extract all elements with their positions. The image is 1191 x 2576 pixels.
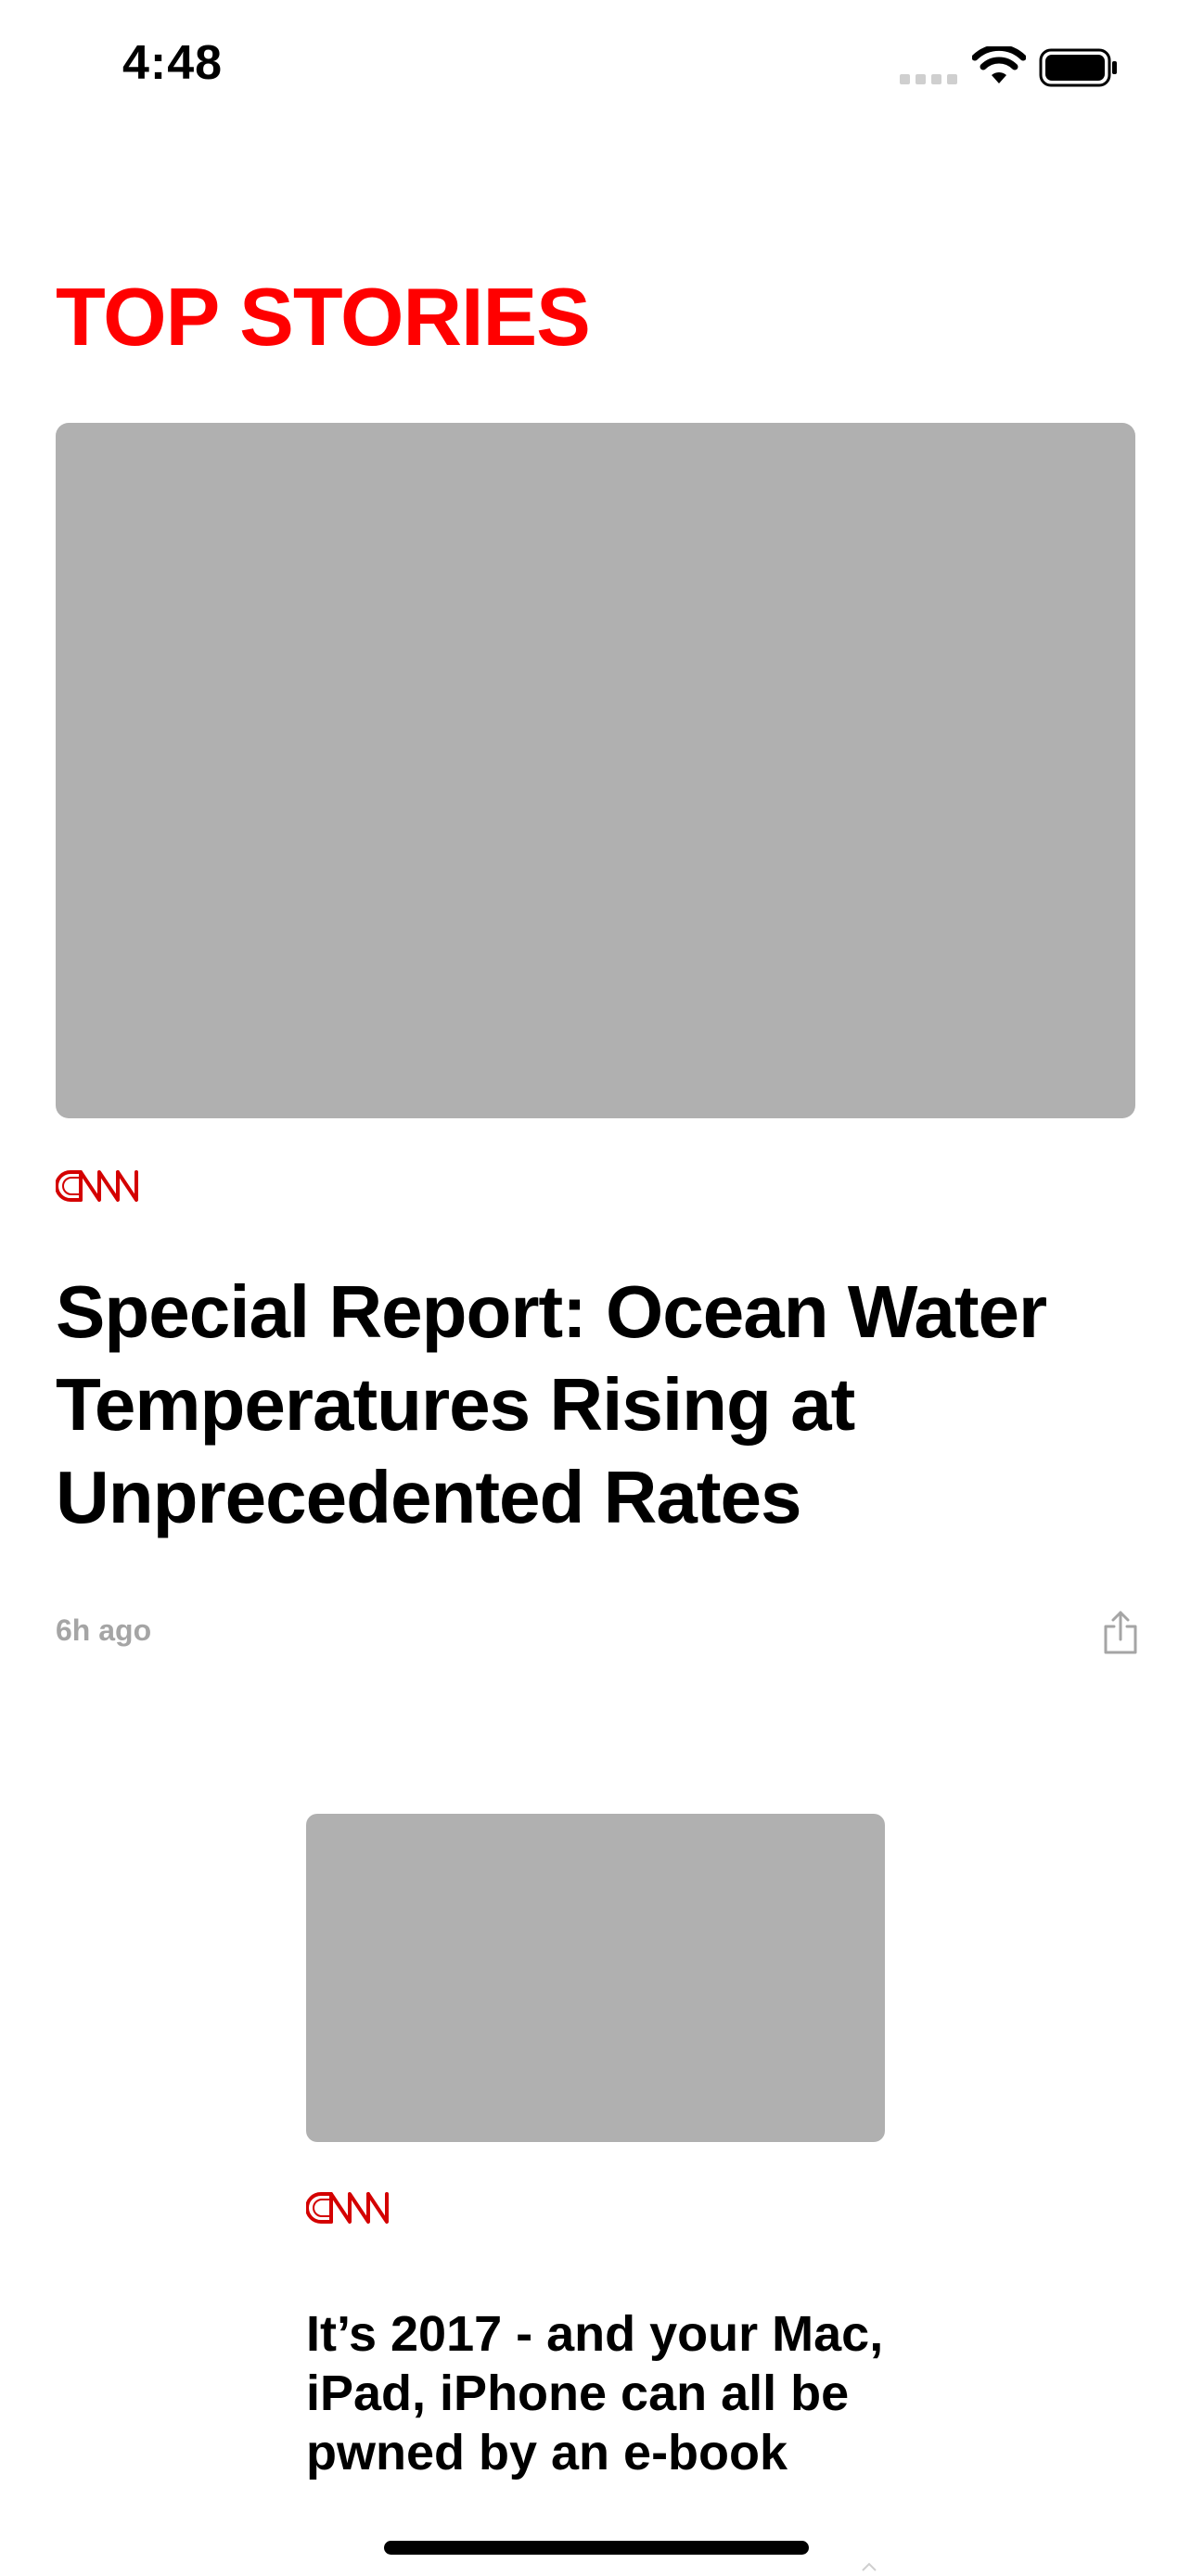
status-time: 4:48 xyxy=(122,36,224,90)
status-bar: 4:48 xyxy=(0,0,1191,139)
battery-icon xyxy=(1039,48,1117,87)
story-image[interactable] xyxy=(306,1814,885,2142)
share-icon[interactable] xyxy=(1102,1610,1139,1656)
story-image[interactable] xyxy=(56,423,1135,1118)
wifi-icon xyxy=(972,46,1026,83)
cnn-logo-icon xyxy=(56,1170,138,1202)
story-timestamp: 6h ago xyxy=(56,1613,152,1647)
cellular-signal-icon xyxy=(900,74,957,84)
section-title: TOP STORIES xyxy=(56,271,591,363)
cnn-logo-icon xyxy=(306,2192,389,2224)
caret-up-icon xyxy=(862,2562,877,2571)
home-indicator[interactable] xyxy=(384,2541,809,2555)
story-headline[interactable]: Special Report: Ocean Water Temperatures… xyxy=(56,1266,1150,1544)
story-headline[interactable]: It’s 2017 - and your Mac, iPad, iPhone c… xyxy=(306,2304,955,2482)
